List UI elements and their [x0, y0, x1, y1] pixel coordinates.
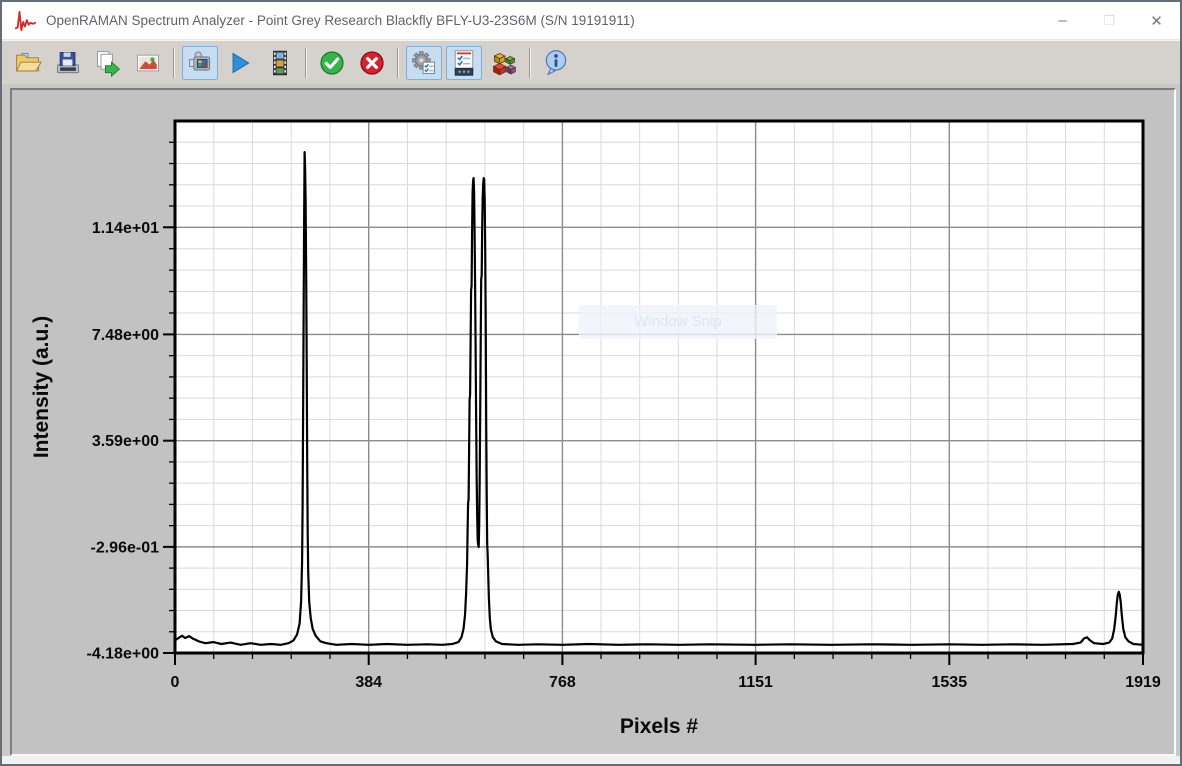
film-sequence-icon [266, 49, 294, 77]
window-controls: – ❐ ✕ [1039, 2, 1180, 39]
y-tick-label: 7.48e+00 [92, 327, 159, 344]
x-tick-label: 384 [355, 674, 382, 691]
open-folder-button[interactable] [10, 46, 46, 80]
acquisition-settings-button[interactable] [406, 46, 442, 80]
chart-blocks-icon [490, 49, 518, 77]
chart-panel: 0 384 768 1151 1535 1919 1.14e+01 7.48e+00 3.59e… [10, 88, 1176, 756]
app-spectrum-icon [14, 9, 36, 33]
y-tick-label: 1.14e+01 [92, 220, 159, 237]
capture-image-icon [134, 49, 162, 77]
camera-icon [186, 49, 214, 77]
accept-check-icon [318, 49, 346, 77]
save-icon [54, 49, 82, 77]
capture-image-button[interactable] [130, 46, 166, 80]
processing-settings-button[interactable] [446, 46, 482, 80]
film-sequence-button[interactable] [262, 46, 298, 80]
x-tick-label: 1919 [1125, 674, 1161, 691]
spectrum-chart: 0 384 768 1151 1535 1919 1.14e+01 7.48e+00 3.59e… [12, 90, 1174, 754]
play-button[interactable] [222, 46, 258, 80]
minimize-button[interactable]: – [1039, 2, 1086, 39]
settings-gear-icon [410, 49, 438, 77]
close-button[interactable]: ✕ [1133, 2, 1180, 39]
y-tick-label: 3.59e+00 [92, 433, 159, 450]
open-folder-icon [14, 49, 42, 77]
app-window: OpenRAMAN Spectrum Analyzer - Point Grey… [0, 0, 1182, 766]
play-icon [226, 49, 254, 77]
maximize-button[interactable]: ❐ [1086, 2, 1133, 39]
checklist-icon [450, 49, 478, 77]
y-tick-label: -2.96e-01 [91, 539, 160, 556]
toolbar-separator [173, 48, 175, 78]
x-axis-title: Pixels # [620, 715, 699, 738]
window-title: OpenRAMAN Spectrum Analyzer - Point Grey… [46, 13, 635, 28]
window-bottom-strip [2, 756, 1180, 764]
x-tick-label: 1151 [738, 674, 773, 691]
info-button[interactable] [538, 46, 574, 80]
accept-button[interactable] [314, 46, 350, 80]
camera-button[interactable] [182, 46, 218, 80]
toolbar-separator [529, 48, 531, 78]
x-tick-label: 0 [171, 674, 180, 691]
toolbar-separator [397, 48, 399, 78]
title-bar[interactable]: OpenRAMAN Spectrum Analyzer - Point Grey… [2, 2, 1180, 40]
export-copy-button[interactable] [90, 46, 126, 80]
cancel-x-icon [358, 49, 386, 77]
plot-background [175, 121, 1143, 653]
toolbar-separator [305, 48, 307, 78]
x-tick-label: 1535 [932, 674, 968, 691]
y-axis-title: Intensity (a.u.) [30, 316, 53, 458]
x-tick-label: 768 [549, 674, 576, 691]
chart-blocks-button[interactable] [486, 46, 522, 80]
info-icon [542, 49, 570, 77]
export-copy-icon [94, 49, 122, 77]
cancel-button[interactable] [354, 46, 390, 80]
y-tick-label: -4.18e+00 [86, 646, 159, 663]
window-snip-watermark: Window Snip [579, 305, 777, 339]
toolbar [2, 40, 1180, 84]
save-button[interactable] [50, 46, 86, 80]
